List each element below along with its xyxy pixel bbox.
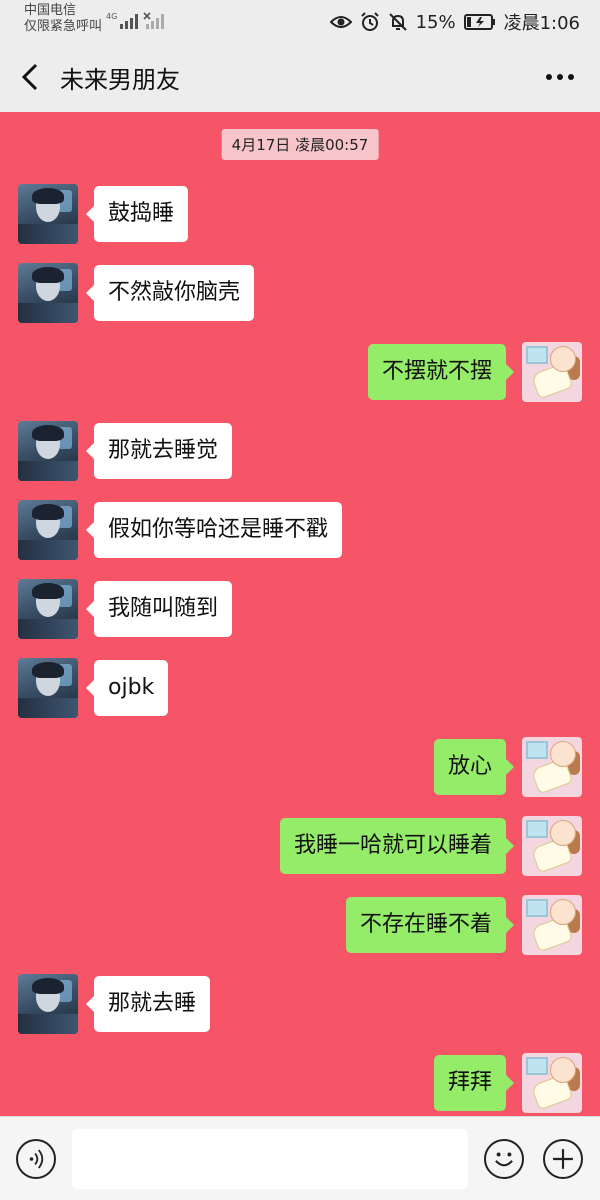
received-message: 不然敲你脑壳 xyxy=(0,261,600,325)
contact-avatar[interactable] xyxy=(18,579,78,639)
received-message: 我随叫随到 xyxy=(0,577,600,641)
sent-message: 不存在睡不着 xyxy=(0,893,600,957)
message-bubble[interactable]: 鼓捣睡 xyxy=(85,186,189,242)
sent-message: 我睡一哈就可以睡着 xyxy=(0,814,600,878)
received-message: 那就去睡 xyxy=(0,972,600,1036)
battery-percent: 15% xyxy=(415,11,456,33)
sent-message: 拜拜 xyxy=(0,1051,600,1115)
message-bubble[interactable]: 拜拜 xyxy=(433,1055,515,1111)
message-bubble[interactable]: ojbk xyxy=(85,660,169,716)
battery-charging-icon xyxy=(463,14,495,30)
emoji-icon[interactable] xyxy=(484,1139,524,1179)
chat-header: 未来男朋友 xyxy=(0,42,600,112)
message-bubble[interactable]: 假如你等哈还是睡不戳 xyxy=(85,502,343,558)
network-type: 4G xyxy=(106,12,117,21)
sent-message: 放心 xyxy=(0,735,600,799)
message-bubble[interactable]: 不存在睡不着 xyxy=(345,897,515,953)
clock-time: 凌晨1:06 xyxy=(503,13,580,34)
contact-avatar[interactable] xyxy=(18,184,78,244)
contact-avatar[interactable] xyxy=(18,263,78,323)
alarm-icon xyxy=(360,12,379,31)
my-avatar[interactable] xyxy=(522,895,582,955)
message-input[interactable] xyxy=(72,1129,468,1189)
my-avatar[interactable] xyxy=(522,1053,582,1113)
contact-avatar[interactable] xyxy=(18,500,78,560)
message-bubble[interactable]: 不摆就不摆 xyxy=(367,344,515,400)
voice-icon[interactable] xyxy=(16,1139,56,1179)
message-bubble[interactable]: 我睡一哈就可以睡着 xyxy=(279,818,515,874)
message-timestamp: 4月17日 凌晨00:57 xyxy=(221,129,379,160)
chat-message-area[interactable]: 4月17日 凌晨00:57 鼓捣睡不然敲你脑壳不摆就不摆那就去睡觉假如你等哈还是… xyxy=(0,112,600,1116)
carrier-name: 中国电信 xyxy=(24,3,77,18)
message-bubble[interactable]: 不然敲你脑壳 xyxy=(85,265,255,321)
input-bar xyxy=(0,1116,600,1200)
carrier-status: 仅限紧急呼叫 xyxy=(24,19,103,34)
more-horizontal-icon[interactable] xyxy=(544,72,576,82)
message-bubble[interactable]: 我随叫随到 xyxy=(85,581,233,637)
message-bubble[interactable]: 那就去睡 xyxy=(85,976,211,1032)
sent-message: 不摆就不摆 xyxy=(0,340,600,404)
received-message: 鼓捣睡 xyxy=(0,182,600,246)
signal-icon: 4G xyxy=(106,12,164,29)
plus-icon[interactable] xyxy=(543,1139,583,1179)
my-avatar[interactable] xyxy=(522,737,582,797)
chat-title: 未来男朋友 xyxy=(60,66,180,94)
received-message: 那就去睡觉 xyxy=(0,419,600,483)
eye-icon xyxy=(329,16,352,28)
carrier-info: 中国电信 仅限紧急呼叫 xyxy=(24,3,102,35)
contact-avatar[interactable] xyxy=(18,974,78,1034)
received-message: 假如你等哈还是睡不戳 xyxy=(0,498,600,562)
received-message: ojbk xyxy=(0,656,600,720)
mute-bell-icon xyxy=(388,13,407,31)
status-indicators: 15% 凌晨1:06 xyxy=(329,9,580,35)
contact-avatar[interactable] xyxy=(18,421,78,481)
chevron-left-icon[interactable] xyxy=(18,62,46,92)
message-bubble[interactable]: 那就去睡觉 xyxy=(85,423,233,479)
contact-avatar[interactable] xyxy=(18,658,78,718)
status-bar: 中国电信 仅限紧急呼叫 4G 15% 凌晨1:06 xyxy=(0,0,600,42)
my-avatar[interactable] xyxy=(522,342,582,402)
message-bubble[interactable]: 放心 xyxy=(433,739,515,795)
my-avatar[interactable] xyxy=(522,816,582,876)
